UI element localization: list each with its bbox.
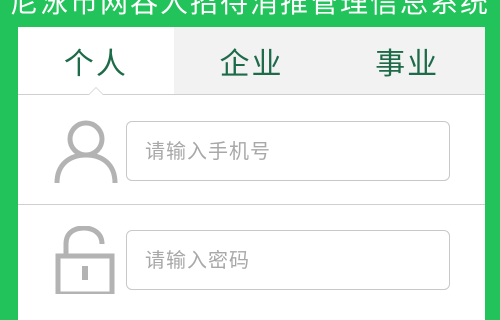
tab-personal[interactable]: 个人: [18, 27, 174, 94]
lock-icon: [55, 226, 115, 294]
tab-institution-label: 事业: [375, 46, 440, 82]
tab-enterprise[interactable]: 企业: [174, 27, 330, 94]
login-panel: 个人 企业 事业: [18, 27, 485, 320]
tab-enterprise-label: 企业: [219, 46, 284, 82]
phone-input[interactable]: [126, 121, 450, 181]
password-input[interactable]: [126, 230, 450, 290]
account-type-tabs: 个人 企业 事业: [18, 27, 485, 95]
phone-row: [18, 95, 485, 205]
password-row: [18, 206, 485, 316]
tab-personal-label: 个人: [63, 46, 128, 82]
user-icon: [54, 120, 118, 184]
tab-institution[interactable]: 事业: [329, 27, 485, 94]
page-title: 尼泳市网吞人招待消推管理信总系统: [9, 0, 490, 19]
